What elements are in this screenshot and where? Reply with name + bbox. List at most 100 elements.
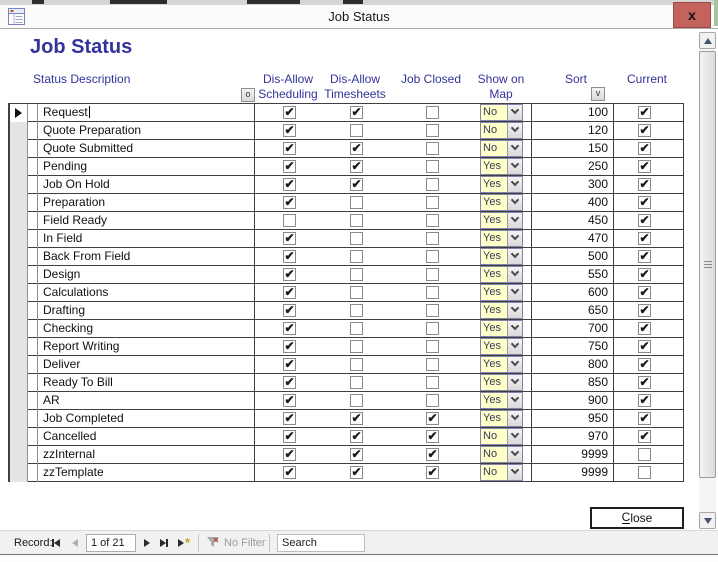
- show-on-map-combo[interactable]: Yes: [480, 248, 523, 265]
- scroll-up-button[interactable]: [699, 32, 716, 49]
- record-selector[interactable]: [10, 176, 28, 194]
- job-closed-checkbox[interactable]: [426, 142, 439, 155]
- job-closed-checkbox[interactable]: [426, 394, 439, 407]
- current-checkbox[interactable]: [638, 232, 651, 245]
- status-description-cell[interactable]: AR: [38, 392, 255, 410]
- status-description-cell[interactable]: Quote Preparation: [38, 122, 255, 140]
- current-checkbox[interactable]: [638, 106, 651, 119]
- status-description-cell[interactable]: Calculations: [38, 284, 255, 302]
- show-on-map-dropdown-button[interactable]: [507, 123, 522, 138]
- current-checkbox[interactable]: [638, 394, 651, 407]
- sort-value-cell[interactable]: 600: [531, 284, 614, 302]
- current-checkbox[interactable]: [638, 124, 651, 137]
- show-on-map-combo[interactable]: No: [480, 104, 523, 121]
- dis-allow-timesheets-checkbox[interactable]: [350, 268, 363, 281]
- sort-value-cell[interactable]: 950: [531, 410, 614, 428]
- current-checkbox[interactable]: [638, 430, 651, 443]
- show-on-map-dropdown-button[interactable]: [507, 195, 522, 210]
- scroll-down-button[interactable]: [699, 512, 716, 529]
- record-position-box[interactable]: 1 of 21: [86, 534, 136, 552]
- current-checkbox[interactable]: [638, 250, 651, 263]
- status-description-cell[interactable]: In Field: [38, 230, 255, 248]
- dis-allow-scheduling-checkbox[interactable]: [283, 268, 296, 281]
- show-on-map-combo[interactable]: Yes: [480, 320, 523, 337]
- dis-allow-scheduling-checkbox[interactable]: [283, 142, 296, 155]
- show-on-map-combo[interactable]: No: [480, 140, 523, 157]
- status-description-cell[interactable]: Pending: [38, 158, 255, 176]
- dis-allow-timesheets-checkbox[interactable]: [350, 232, 363, 245]
- record-selector[interactable]: [10, 158, 28, 176]
- dis-allow-scheduling-checkbox[interactable]: [283, 304, 296, 317]
- sort-value-cell[interactable]: 100: [531, 104, 614, 122]
- sort-value-cell[interactable]: 970: [531, 428, 614, 446]
- dis-allow-scheduling-checkbox[interactable]: [283, 466, 296, 479]
- status-description-cell[interactable]: Drafting: [38, 302, 255, 320]
- show-on-map-dropdown-button[interactable]: [507, 267, 522, 282]
- current-checkbox[interactable]: [638, 448, 651, 461]
- dis-allow-timesheets-checkbox[interactable]: [350, 340, 363, 353]
- show-on-map-dropdown-button[interactable]: [507, 303, 522, 318]
- job-closed-checkbox[interactable]: [426, 160, 439, 173]
- sort-value-cell[interactable]: 150: [531, 140, 614, 158]
- job-closed-checkbox[interactable]: [426, 322, 439, 335]
- job-closed-checkbox[interactable]: [426, 196, 439, 209]
- job-closed-checkbox[interactable]: [426, 214, 439, 227]
- status-description-cell[interactable]: Quote Submitted: [38, 140, 255, 158]
- job-closed-checkbox[interactable]: [426, 376, 439, 389]
- sort-value-cell[interactable]: 400: [531, 194, 614, 212]
- current-checkbox[interactable]: [638, 142, 651, 155]
- dis-allow-scheduling-checkbox[interactable]: [283, 358, 296, 371]
- show-on-map-combo[interactable]: Yes: [480, 194, 523, 211]
- record-selector[interactable]: [10, 122, 28, 140]
- show-on-map-dropdown-button[interactable]: [507, 411, 522, 426]
- job-closed-checkbox[interactable]: [426, 286, 439, 299]
- sort-value-cell[interactable]: 700: [531, 320, 614, 338]
- sort-value-cell[interactable]: 120: [531, 122, 614, 140]
- status-description-cell[interactable]: Design: [38, 266, 255, 284]
- dis-allow-scheduling-checkbox[interactable]: [283, 250, 296, 263]
- show-on-map-combo[interactable]: Yes: [480, 356, 523, 373]
- sort-value-cell[interactable]: 450: [531, 212, 614, 230]
- job-closed-checkbox[interactable]: [426, 430, 439, 443]
- job-closed-checkbox[interactable]: [426, 340, 439, 353]
- record-selector[interactable]: [10, 374, 28, 392]
- dis-allow-scheduling-checkbox[interactable]: [283, 394, 296, 407]
- current-checkbox[interactable]: [638, 412, 651, 425]
- status-description-cell[interactable]: Field Ready: [38, 212, 255, 230]
- dis-allow-timesheets-checkbox[interactable]: [350, 250, 363, 263]
- sort-value-cell[interactable]: 500: [531, 248, 614, 266]
- dis-allow-timesheets-checkbox[interactable]: [350, 466, 363, 479]
- show-on-map-dropdown-button[interactable]: [507, 375, 522, 390]
- dis-allow-scheduling-checkbox[interactable]: [283, 232, 296, 245]
- close-window-button[interactable]: x: [673, 2, 711, 28]
- dis-allow-timesheets-checkbox[interactable]: [350, 412, 363, 425]
- dis-allow-timesheets-checkbox[interactable]: [350, 394, 363, 407]
- current-checkbox[interactable]: [638, 268, 651, 281]
- job-closed-checkbox[interactable]: [426, 106, 439, 119]
- record-selector[interactable]: [10, 284, 28, 302]
- show-on-map-dropdown-button[interactable]: [507, 285, 522, 300]
- status-description-cell[interactable]: Deliver: [38, 356, 255, 374]
- status-description-cell[interactable]: Job Completed: [38, 410, 255, 428]
- current-checkbox[interactable]: [638, 340, 651, 353]
- close-button[interactable]: Close: [590, 507, 684, 529]
- last-record-button[interactable]: [160, 531, 168, 555]
- record-selector[interactable]: [10, 410, 28, 428]
- show-on-map-combo[interactable]: Yes: [480, 392, 523, 409]
- job-closed-checkbox[interactable]: [426, 358, 439, 371]
- sort-value-cell[interactable]: 9999: [531, 446, 614, 464]
- record-selector[interactable]: [10, 302, 28, 320]
- show-on-map-combo[interactable]: Yes: [480, 374, 523, 391]
- next-record-button[interactable]: [144, 531, 150, 555]
- search-input[interactable]: [277, 534, 365, 552]
- dis-allow-scheduling-checkbox[interactable]: [283, 286, 296, 299]
- job-closed-checkbox[interactable]: [426, 304, 439, 317]
- job-closed-checkbox[interactable]: [426, 178, 439, 191]
- show-on-map-combo[interactable]: Yes: [480, 230, 523, 247]
- dis-allow-scheduling-checkbox[interactable]: [283, 178, 296, 191]
- status-description-cell[interactable]: Cancelled: [38, 428, 255, 446]
- dis-allow-timesheets-checkbox[interactable]: [350, 196, 363, 209]
- new-record-button[interactable]: *: [178, 531, 190, 555]
- record-selector[interactable]: [10, 320, 28, 338]
- show-on-map-combo[interactable]: No: [480, 446, 523, 463]
